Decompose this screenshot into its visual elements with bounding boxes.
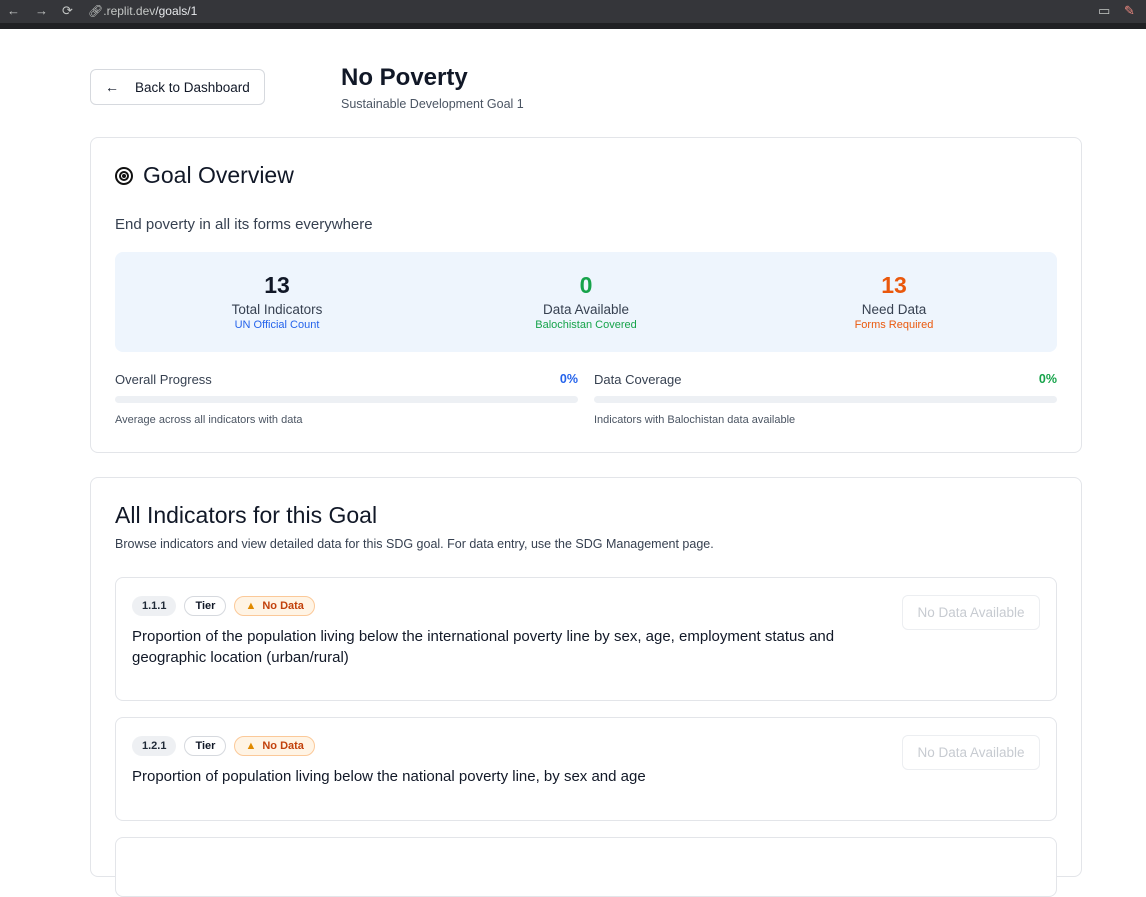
no-data-badge: ▲ No Data (234, 596, 315, 616)
overview-title: Goal Overview (143, 162, 294, 188)
reload-icon[interactable]: ⟳ (62, 3, 73, 19)
stat-label: Total Indicators (231, 302, 323, 317)
back-label: Back to Dashboard (135, 79, 250, 95)
stat-value: 13 (264, 272, 290, 298)
coverage-value: 0% (1038, 372, 1057, 386)
stats-panel: 13 Total Indicators UN Official Count 0 … (115, 252, 1057, 352)
page-subtitle: Sustainable Development Goal 1 (341, 97, 524, 111)
stat-sub: Forms Required (854, 319, 934, 331)
no-data-available-button[interactable]: No Data Available (902, 735, 1040, 770)
stat-value: 13 (881, 272, 907, 298)
progress-note: Average across all indicators with data (115, 414, 303, 426)
stat-data-available: 0 Data Available Balochistan Covered (486, 270, 686, 331)
overall-progress: Overall Progress 0% Average across all i… (115, 372, 578, 426)
coverage-label: Data Coverage (594, 372, 682, 387)
indicator-code-badge: 1.1.1 (132, 596, 177, 616)
stat-total-indicators: 13 Total Indicators UN Official Count (177, 270, 377, 331)
progress-label: Overall Progress (115, 372, 212, 387)
goal-overview-card: Goal Overview End poverty in all its for… (90, 137, 1082, 453)
target-icon (115, 166, 133, 185)
stat-sub: UN Official Count (234, 319, 320, 331)
browser-bar: ← → ⟳ 🔗︎.replit.dev/goals/1 ▭ ✎ (0, 0, 1146, 29)
status-label: No Data (262, 740, 304, 752)
overview-heading: Goal Overview (115, 162, 294, 189)
coverage-note: Indicators with Balochistan data availab… (594, 414, 796, 426)
warning-icon: ▲ (245, 740, 257, 752)
back-arrow-icon[interactable]: ← (7, 3, 20, 19)
no-data-available-button[interactable]: No Data Available (902, 595, 1040, 630)
indicator-item[interactable] (115, 837, 1057, 897)
stat-label: Data Available (542, 302, 630, 317)
tier-badge: Tier (184, 596, 227, 616)
indicators-description: Browse indicators and view detailed data… (115, 537, 714, 551)
extension-icon[interactable]: ✎ (1124, 3, 1135, 19)
coverage-bar (594, 396, 1057, 403)
tier-badge: Tier (184, 736, 227, 756)
progress-bar (115, 396, 578, 403)
no-data-badge: ▲ No Data (234, 736, 315, 756)
status-label: No Data (262, 600, 304, 612)
indicator-item[interactable]: 1.2.1 Tier ▲ No Data Proportion of popul… (115, 717, 1057, 821)
link-icon: 🔗︎ (88, 4, 104, 18)
indicator-code-badge: 1.2.1 (132, 736, 177, 756)
indicator-text: Proportion of population living below th… (132, 768, 646, 785)
stat-need-data: 13 Need Data Forms Required (794, 270, 994, 331)
indicators-card: All Indicators for this Goal Browse indi… (90, 477, 1082, 897)
stat-sub: Balochistan Covered (535, 319, 637, 331)
arrow-left-icon: ← (105, 79, 119, 95)
data-coverage: Data Coverage 0% Indicators with Balochi… (594, 372, 1057, 426)
indicators-title: All Indicators for this Goal (115, 502, 378, 528)
goal-description: End poverty in all its forms everywhere (115, 216, 373, 233)
page-title: No Poverty (341, 64, 468, 91)
stat-value: 0 (579, 272, 593, 298)
devices-icon[interactable]: ▭ (1098, 3, 1110, 19)
stat-label: Need Data (861, 302, 927, 317)
warning-icon: ▲ (245, 600, 257, 612)
indicator-item[interactable]: 1.1.1 Tier ▲ No Data Proportion of the p… (115, 577, 1057, 701)
progress-value: 0% (559, 372, 578, 386)
back-to-dashboard-button[interactable]: ← Back to Dashboard (90, 69, 265, 105)
address-bar: ← → ⟳ 🔗︎.replit.dev/goals/1 ▭ ✎ (0, 0, 1146, 23)
forward-arrow-icon[interactable]: → (35, 3, 48, 19)
indicator-text: Proportion of the population living belo… (132, 628, 835, 666)
url-field[interactable]: 🔗︎.replit.dev/goals/1 (88, 4, 197, 18)
